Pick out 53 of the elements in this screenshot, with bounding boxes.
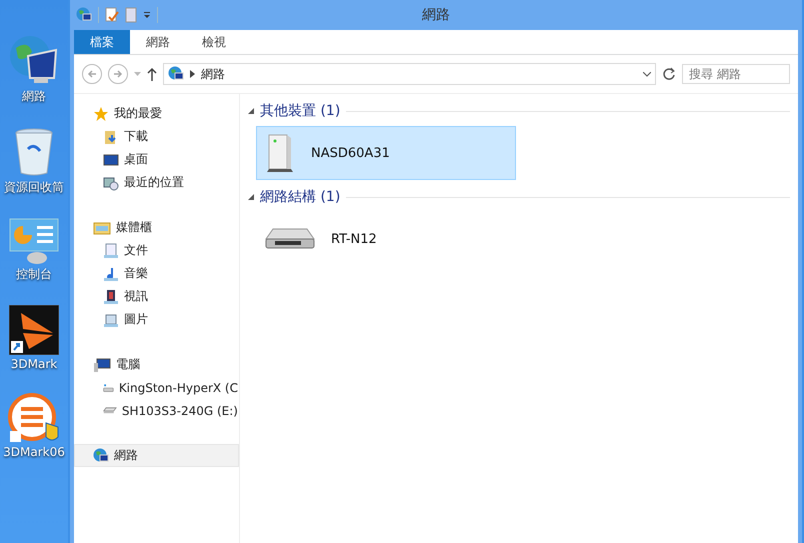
star-icon	[93, 106, 109, 122]
dropdown-icon[interactable]	[643, 72, 651, 76]
router-icon	[265, 227, 315, 251]
globe-monitor-icon	[8, 34, 60, 86]
properties-icon[interactable]	[105, 7, 119, 23]
nav-item[interactable]: SH103S3-240G (E:)	[74, 399, 239, 422]
film-icon	[103, 288, 119, 304]
group-header: 其他裝置 (1)	[260, 102, 340, 120]
nav-item[interactable]: KingSton-HyperX (C	[74, 376, 239, 399]
nav-item[interactable]: 媒體櫃	[74, 216, 239, 239]
nav-item[interactable]: 文件	[74, 239, 239, 262]
globe-icon	[93, 448, 109, 464]
nav-item[interactable]: 電腦	[74, 353, 239, 376]
back-arrow-icon	[87, 69, 97, 79]
nav-item[interactable]: 圖片	[74, 308, 239, 331]
ribbon-tab[interactable]: 網路	[130, 30, 186, 54]
drive-icon	[103, 406, 117, 415]
nav-item[interactable]: 視訊	[74, 285, 239, 308]
up-arrow-icon[interactable]	[147, 67, 157, 81]
refresh-icon[interactable]	[662, 67, 676, 81]
ribbon-tab[interactable]: 檢視	[186, 30, 242, 54]
device-item[interactable]: NASD60A31	[256, 126, 516, 180]
nav-item[interactable]: 最近的位置	[74, 171, 239, 194]
nav-item[interactable]: 下載	[74, 125, 239, 148]
library-icon	[93, 220, 111, 236]
nav-item[interactable]: 桌面	[74, 148, 239, 171]
nav-item[interactable]: 我的最愛	[74, 102, 239, 125]
window-title: 網路	[422, 7, 450, 23]
forward-arrow-icon	[113, 69, 123, 79]
ribbon-tab[interactable]: 檔案	[74, 30, 130, 54]
group-header: 網路結構 (1)	[260, 188, 340, 206]
network-icon	[76, 7, 92, 23]
app-icon	[8, 393, 60, 443]
nav-item[interactable]: 音樂	[74, 262, 239, 285]
address-path: 網路	[201, 66, 226, 82]
dropdown-icon[interactable]	[143, 11, 151, 19]
monitor-icon	[103, 152, 119, 168]
collapse-icon[interactable]	[248, 194, 254, 200]
computer-icon	[93, 356, 111, 372]
music-note-icon	[103, 266, 119, 282]
nav-item[interactable]: 網路	[74, 444, 239, 467]
address-bar[interactable]: 網路	[163, 63, 656, 85]
search-field[interactable]: 搜尋 網路	[682, 64, 790, 84]
app-icon	[9, 305, 59, 355]
chevron-icon[interactable]	[190, 70, 195, 78]
document-icon	[103, 242, 119, 258]
network-icon	[168, 66, 184, 82]
collapse-icon[interactable]	[248, 108, 254, 114]
recent-places-icon	[103, 174, 119, 190]
control-panel-icon	[9, 218, 59, 264]
picture-icon	[103, 312, 119, 328]
nas-device-icon	[265, 133, 295, 173]
device-item[interactable]: RT-N12	[256, 212, 516, 266]
